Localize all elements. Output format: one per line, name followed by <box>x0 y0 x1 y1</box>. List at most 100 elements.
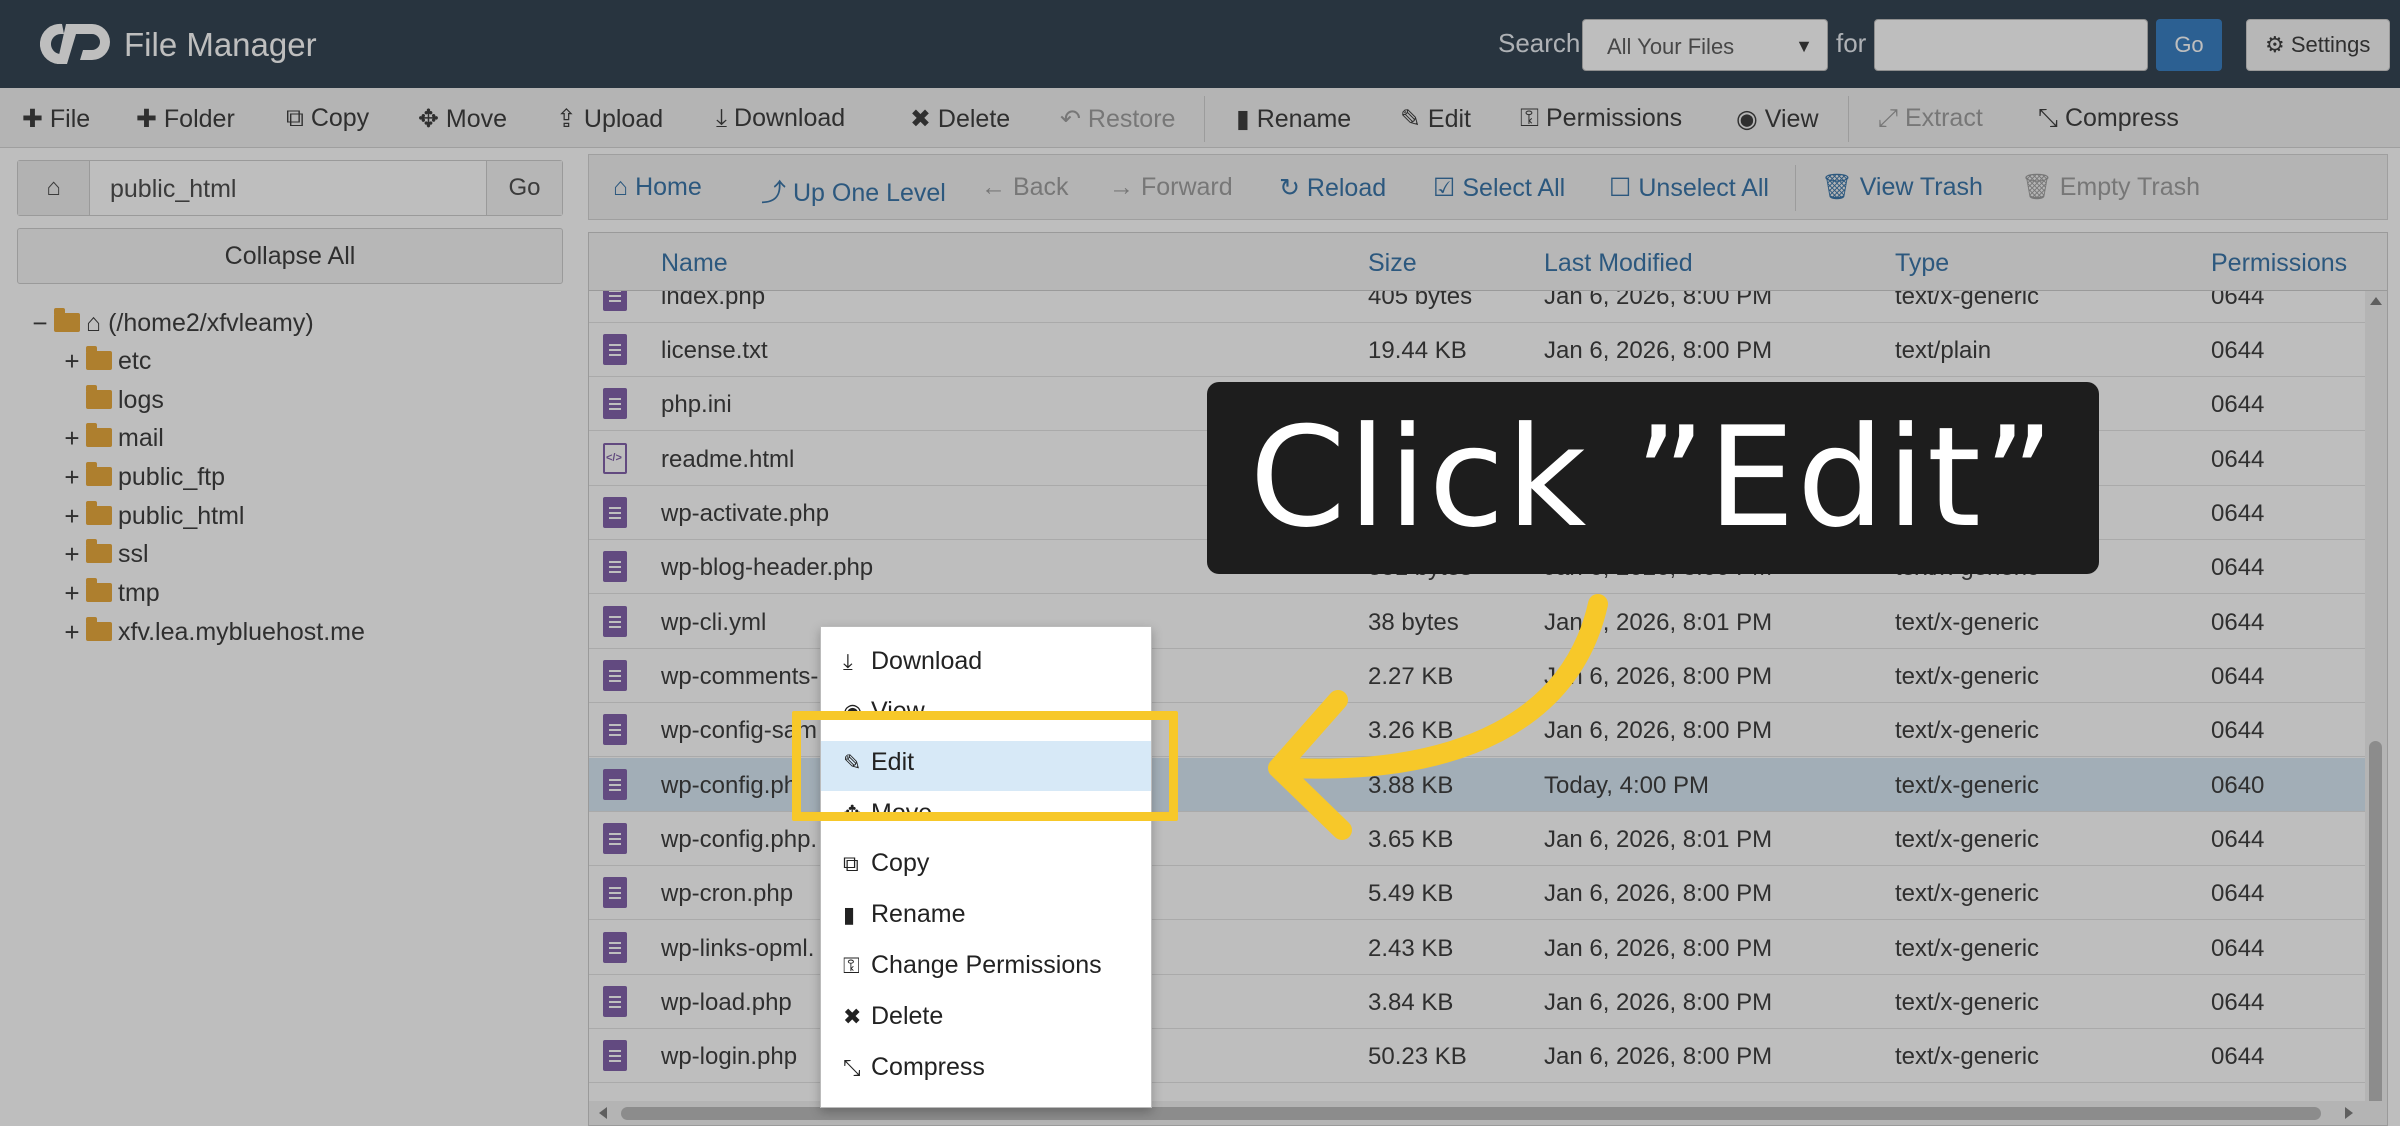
context-rename[interactable]: ▮ Rename <box>843 900 966 929</box>
context-copy[interactable]: ⧉ Copy <box>843 849 929 878</box>
view-trash-label: View Trash <box>1859 173 1983 201</box>
folder-open-icon <box>54 307 80 332</box>
table-row[interactable]: index.php 405 bytes Jan 6, 2026, 8:00 PM te… <box>589 291 2365 323</box>
forward-label: Forward <box>1140 173 1233 201</box>
compress-button[interactable]: ⤡ Compress <box>2038 104 2179 133</box>
context-copy-label: Copy <box>871 849 930 877</box>
file-icon <box>603 877 627 908</box>
reload-label: Reload <box>1306 174 1387 202</box>
delete-label: Delete <box>937 105 1011 133</box>
cell-name: wp-config.php. <box>661 826 818 853</box>
action-toolbar: ✚ File ✚ Folder ⧉ Copy ✥ Move ⇪ Upload ⤓… <box>0 88 2400 148</box>
cell-size: 3.84 KB <box>1368 989 1454 1016</box>
compress-icon: ⤡ <box>2038 104 2059 132</box>
expand-icon[interactable]: + <box>62 460 82 494</box>
permissions-button[interactable]: ⚿ Permissions <box>1520 104 1682 133</box>
scroll-up-icon[interactable] <box>2370 297 2382 305</box>
context-change-permissions[interactable]: ⚿ Change Permissions <box>843 951 1102 980</box>
search-go-button[interactable]: Go <box>2156 19 2222 71</box>
cell-size: 19.44 KB <box>1368 337 1467 364</box>
search-scope-select[interactable]: All Your Files ▼ <box>1582 19 1828 71</box>
restore-button[interactable]: ↶ Restore <box>1060 104 1175 134</box>
column-last-modified[interactable]: Last Modified <box>1544 249 1693 278</box>
file-icon <box>603 769 627 800</box>
tree-item-label: tmp <box>118 579 160 607</box>
cell-perms: 0644 <box>2211 609 2265 636</box>
extract-button[interactable]: ⤢ Extract <box>1878 104 1983 133</box>
unselect-all-button[interactable]: ☐ Unselect All <box>1609 173 1769 203</box>
file-icon <box>603 1040 627 1071</box>
context-delete[interactable]: ✖ Delete <box>843 1002 943 1031</box>
table-row[interactable]: license.txt 19.44 KB Jan 6, 2026, 8:00 PM t… <box>589 323 2365 377</box>
vertical-scroll-thumb[interactable] <box>2369 741 2382 1125</box>
up-one-level-button[interactable]: ⤴ Up One Level <box>761 173 946 209</box>
expand-icon[interactable]: + <box>62 421 82 455</box>
expand-icon[interactable]: + <box>62 499 82 533</box>
file-icon <box>603 388 627 419</box>
new-file-button[interactable]: ✚ File <box>22 104 90 134</box>
column-permissions[interactable]: Permissions <box>2211 249 2347 278</box>
move-button[interactable]: ✥ Move <box>418 104 507 134</box>
cell-name: license.txt <box>661 337 768 364</box>
key-icon: ⚿ <box>1520 104 1540 132</box>
upload-button[interactable]: ⇪ Upload <box>556 104 663 134</box>
select-all-button[interactable]: ☑ Select All <box>1433 173 1565 203</box>
cell-name: wp-comments- <box>661 663 819 690</box>
cell-name: wp-cron.php <box>661 880 794 907</box>
collapse-icon[interactable]: − <box>30 306 50 340</box>
folder-icon <box>86 461 112 486</box>
scroll-right-icon[interactable] <box>2345 1107 2353 1119</box>
level-up-icon: ⤴ <box>761 179 787 207</box>
trash-icon: 🗑 <box>2021 173 2053 201</box>
chevron-down-icon: ▼ <box>1795 36 1813 56</box>
empty-trash-button[interactable]: 🗑 Empty Trash <box>2021 173 2200 202</box>
view-trash-button[interactable]: 🗑 View Trash <box>1821 173 1983 202</box>
forward-button[interactable]: → Forward <box>1109 173 1233 202</box>
home-icon[interactable]: ⌂ <box>18 161 90 215</box>
folder-icon <box>86 422 112 447</box>
expand-icon[interactable]: + <box>62 576 82 610</box>
expand-icon[interactable]: + <box>62 615 82 649</box>
settings-button[interactable]: ⚙ Settings <box>2246 19 2390 71</box>
cell-size: 3.88 KB <box>1368 772 1454 799</box>
expand-icon[interactable]: + <box>62 344 82 378</box>
cell-type: text/x-generic <box>1895 717 2040 744</box>
file-icon: ▮ <box>1236 105 1250 133</box>
home-button[interactable]: ⌂ Home <box>613 173 702 202</box>
unselect-all-label: Unselect All <box>1638 174 1769 202</box>
search-input[interactable] <box>1874 19 2148 71</box>
back-label: Back <box>1012 173 1069 201</box>
delete-button[interactable]: ✖ Delete <box>910 104 1010 134</box>
up-label: Up One Level <box>792 179 946 207</box>
vertical-scrollbar[interactable] <box>2365 291 2387 1125</box>
collapse-all-button[interactable]: Collapse All <box>17 228 563 284</box>
cell-size: 2.43 KB <box>1368 935 1454 962</box>
reload-button[interactable]: ↻ Reload <box>1279 173 1386 203</box>
download-button[interactable]: ⤓ Download <box>716 104 845 133</box>
scroll-left-icon[interactable] <box>599 1107 607 1119</box>
edit-button[interactable]: ✎ Edit <box>1400 104 1471 134</box>
plus-icon: ✚ <box>136 105 157 133</box>
expand-icon[interactable]: + <box>62 537 82 571</box>
copy-icon: ⧉ <box>843 851 859 876</box>
app-title: File Manager <box>124 26 317 63</box>
cell-name: php.ini <box>661 391 732 418</box>
context-download[interactable]: ⤓ Download <box>843 647 982 676</box>
rename-button[interactable]: ▮ Rename <box>1236 104 1351 134</box>
context-compress[interactable]: ⤡ Compress <box>843 1053 985 1082</box>
back-button[interactable]: ← Back <box>981 173 1069 202</box>
path-input[interactable]: public_html <box>110 175 236 204</box>
html-file-icon <box>603 443 627 474</box>
column-type[interactable]: Type <box>1895 249 1949 278</box>
new-folder-button[interactable]: ✚ Folder <box>136 104 235 134</box>
nav-divider <box>1795 165 1796 211</box>
column-name[interactable]: Name <box>661 249 728 278</box>
download-icon: ⤓ <box>716 104 728 132</box>
view-button[interactable]: ◉ View <box>1736 104 1819 134</box>
edit-label: Edit <box>1427 105 1471 133</box>
copy-button[interactable]: ⧉ Copy <box>286 104 369 133</box>
path-go-button[interactable]: Go <box>486 161 562 215</box>
search-scope-value: All Your Files <box>1607 34 1735 59</box>
column-size[interactable]: Size <box>1368 249 1417 278</box>
horizontal-scroll-thumb[interactable] <box>621 1107 2321 1120</box>
